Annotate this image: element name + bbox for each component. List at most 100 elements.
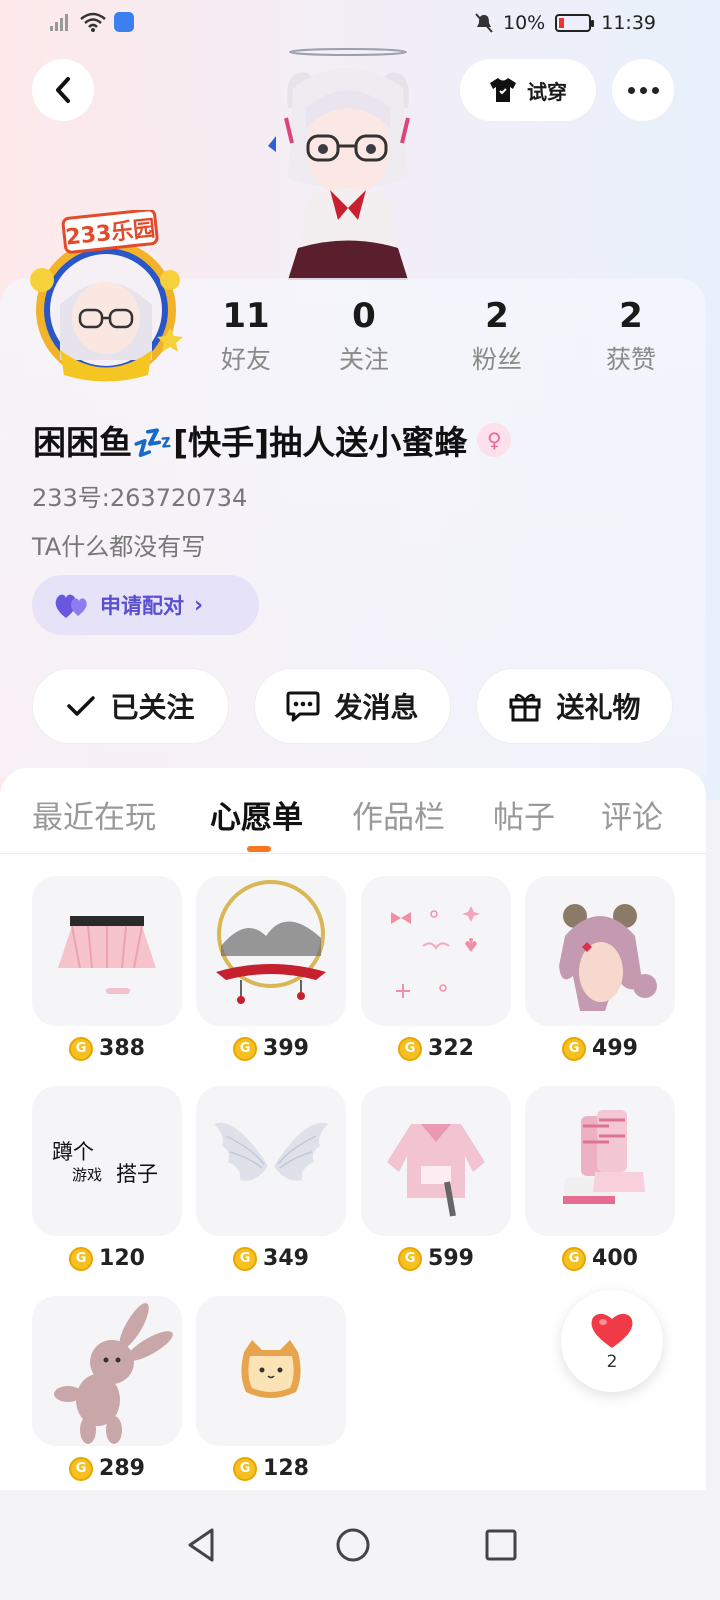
like-count: 2 bbox=[606, 1352, 618, 1372]
send-gift-button[interactable]: 送礼物 bbox=[476, 668, 673, 744]
coin-icon: G bbox=[69, 1036, 94, 1061]
try-on-button[interactable]: 试穿 bbox=[460, 59, 596, 121]
user-id: 233号:263720734 bbox=[32, 484, 248, 512]
sticker-text-line3: 搭子 bbox=[116, 1162, 158, 1186]
send-message-button[interactable]: 发消息 bbox=[254, 668, 451, 744]
tab-wishlist[interactable]: 心愿单 bbox=[210, 792, 303, 837]
item-thumbnail bbox=[196, 1296, 346, 1446]
wishlist-item-pink-skirt[interactable]: G 388 bbox=[32, 876, 182, 1061]
item-price: G 289 bbox=[32, 1456, 182, 1481]
item-thumbnail bbox=[196, 1086, 346, 1236]
tab-comments[interactable]: 评论 bbox=[601, 792, 663, 837]
tab-works[interactable]: 作品栏 bbox=[352, 792, 445, 837]
wishlist-item-bunny-plush[interactable]: G 289 bbox=[32, 1296, 182, 1481]
nav-home-icon[interactable] bbox=[328, 1520, 378, 1570]
wifi-icon bbox=[80, 12, 106, 32]
coin-icon: G bbox=[233, 1456, 258, 1481]
price-value: 128 bbox=[263, 1456, 309, 1481]
user-bio: TA什么都没有写 bbox=[32, 533, 206, 561]
stat-friends[interactable]: 11 好友 bbox=[186, 296, 306, 376]
item-price: G 322 bbox=[361, 1036, 511, 1061]
tab-bar: 最近在玩 心愿单 作品栏 帖子 评论 bbox=[0, 768, 706, 854]
profile-name: 困困鱼💤[快手]抽人送小蜜蜂 ♀ bbox=[33, 416, 512, 464]
battery-percent: 10% bbox=[503, 12, 546, 34]
stat-value: 11 bbox=[222, 296, 270, 336]
item-thumbnail: 蹲个 游戏 搭子 bbox=[32, 1086, 182, 1236]
wishlist-item-white-wings[interactable]: G 349 bbox=[196, 1086, 346, 1271]
item-thumbnail bbox=[196, 876, 346, 1026]
coin-icon: G bbox=[69, 1456, 94, 1481]
chevron-right-icon: › bbox=[194, 592, 204, 618]
coin-icon: G bbox=[233, 1036, 258, 1061]
system-navigation-bar bbox=[0, 1490, 720, 1600]
item-thumbnail bbox=[525, 1086, 675, 1236]
item-price: G 388 bbox=[32, 1036, 182, 1061]
item-price: G 400 bbox=[525, 1246, 675, 1271]
clock: 11:39 bbox=[601, 12, 656, 34]
item-price: G 399 bbox=[196, 1036, 346, 1061]
sticker-text-line1: 蹲个 bbox=[52, 1140, 94, 1164]
stat-value: 0 bbox=[352, 296, 376, 336]
more-dot-icon bbox=[627, 86, 635, 94]
pair-request-button[interactable]: 申请配对 › bbox=[32, 575, 259, 635]
price-value: 599 bbox=[428, 1246, 474, 1271]
stat-label: 粉丝 bbox=[471, 345, 522, 374]
profile-name-text: 困困鱼💤[快手]抽人送小蜜蜂 bbox=[33, 423, 468, 462]
wishlist-item-bun-hairstyle[interactable]: G 499 bbox=[525, 876, 675, 1061]
coin-icon: G bbox=[233, 1246, 258, 1271]
gift-icon bbox=[509, 693, 541, 722]
wishlist-item-cat-bread[interactable]: G 128 bbox=[196, 1296, 346, 1481]
stat-label: 关注 bbox=[338, 345, 389, 374]
wishlist-item-text-sticker[interactable]: 蹲个 游戏 搭子 G 120 bbox=[32, 1086, 182, 1271]
nav-back-icon[interactable] bbox=[176, 1520, 226, 1570]
coin-icon: G bbox=[398, 1246, 423, 1271]
item-thumbnail bbox=[525, 876, 675, 1026]
stats-row: 11 好友 0 关注 2 粉丝 2 获赞 bbox=[180, 296, 720, 386]
avatar-character-image bbox=[268, 48, 410, 280]
price-value: 399 bbox=[263, 1036, 309, 1061]
like-floating-button[interactable]: 2 bbox=[561, 1290, 663, 1392]
profile-avatar-badge[interactable]: 233乐园 bbox=[20, 210, 192, 382]
followed-button[interactable]: 已关注 bbox=[32, 668, 229, 744]
price-value: 388 bbox=[99, 1036, 145, 1061]
price-value: 349 bbox=[263, 1246, 309, 1271]
item-price: G 599 bbox=[361, 1246, 511, 1271]
wishlist-item-cute-stickers[interactable]: G 322 bbox=[361, 876, 511, 1061]
tab-posts[interactable]: 帖子 bbox=[493, 792, 555, 837]
item-thumbnail bbox=[361, 1086, 511, 1236]
mute-bell-icon bbox=[475, 13, 493, 33]
tshirt-icon bbox=[490, 78, 516, 102]
check-icon bbox=[67, 696, 96, 716]
nav-recents-icon[interactable] bbox=[476, 1520, 526, 1570]
item-price: G 128 bbox=[196, 1456, 346, 1481]
back-button[interactable] bbox=[32, 59, 94, 121]
stat-value: 2 bbox=[619, 296, 643, 336]
stat-likes[interactable]: 2 获赞 bbox=[571, 296, 691, 376]
wishlist-item-pink-boots[interactable]: G 400 bbox=[525, 1086, 675, 1271]
item-price: G 499 bbox=[525, 1036, 675, 1061]
item-price: G 349 bbox=[196, 1246, 346, 1271]
stat-value: 2 bbox=[485, 296, 509, 336]
double-heart-icon bbox=[55, 594, 87, 618]
heart-icon bbox=[591, 1313, 633, 1348]
app-notification-icon bbox=[114, 12, 134, 32]
stat-fans[interactable]: 2 粉丝 bbox=[437, 296, 557, 376]
chevron-left-icon bbox=[56, 77, 70, 103]
followed-label: 已关注 bbox=[110, 691, 195, 724]
tab-recently-played[interactable]: 最近在玩 bbox=[32, 792, 156, 837]
coin-icon: G bbox=[69, 1246, 94, 1271]
coin-icon: G bbox=[562, 1036, 587, 1061]
active-tab-indicator bbox=[247, 846, 271, 852]
price-value: 400 bbox=[592, 1246, 638, 1271]
more-options-button[interactable] bbox=[612, 59, 674, 121]
send-message-label: 发消息 bbox=[334, 691, 419, 724]
try-on-label: 试穿 bbox=[527, 79, 567, 104]
item-thumbnail bbox=[32, 1296, 182, 1446]
sticker-text-line2: 游戏 bbox=[72, 1166, 103, 1184]
coin-icon: G bbox=[398, 1036, 423, 1061]
stat-following[interactable]: 0 关注 bbox=[304, 296, 424, 376]
wishlist-item-pink-jacket[interactable]: G 599 bbox=[361, 1086, 511, 1271]
wishlist-item-ink-halo[interactable]: G 399 bbox=[196, 876, 346, 1061]
price-value: 120 bbox=[99, 1246, 145, 1271]
stat-label: 获赞 bbox=[605, 345, 656, 374]
